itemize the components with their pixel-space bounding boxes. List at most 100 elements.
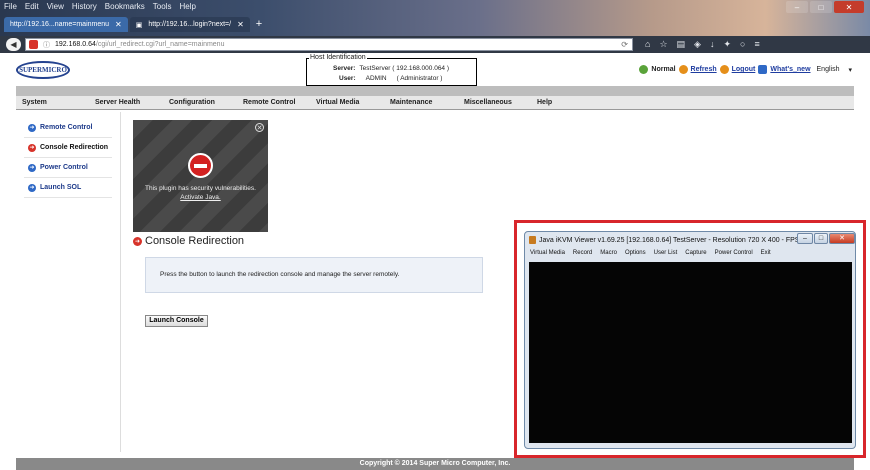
nav-help[interactable]: Help	[537, 99, 552, 106]
tab-close-icon[interactable]: ✕	[115, 20, 122, 29]
activate-java-link[interactable]: Activate Java.	[133, 193, 268, 202]
bookmark-star-icon[interactable]: ☆	[659, 39, 667, 50]
arrow-right-icon: ➜	[28, 123, 36, 132]
sidebar-item-launch-sol[interactable]: ➜ Launch SOL	[24, 178, 112, 198]
nav-maintenance[interactable]: Maintenance	[390, 99, 432, 106]
user-value: ADMIN	[365, 75, 387, 82]
ikvm-menu-virtual-media[interactable]: Virtual Media	[530, 250, 565, 256]
tab-mainmenu[interactable]: http://192.16...name=mainmenu ✕	[4, 17, 128, 32]
plugin-message: This plugin has security vulnerabilities…	[133, 184, 268, 202]
addon-icon[interactable]: ✦	[723, 39, 731, 50]
host-identification: Host Identification Server: TestServer (…	[306, 54, 477, 86]
ikvm-menu-macro[interactable]: Macro	[600, 250, 617, 256]
ikvm-menu-capture[interactable]: Capture	[685, 250, 706, 256]
nav-remote-control[interactable]: Remote Control	[243, 99, 296, 106]
menu-edit[interactable]: Edit	[25, 2, 39, 11]
new-tab-icon[interactable]: +	[252, 17, 266, 32]
sidebar-item-remote-control[interactable]: ➜ Remote Control	[24, 118, 112, 138]
remote-console-screen[interactable]	[529, 262, 852, 443]
blocked-plugin-icon	[188, 153, 213, 178]
ikvm-menu-power-control[interactable]: Power Control	[715, 250, 753, 256]
user-role: ( Administrator )	[396, 75, 443, 82]
tab-close-icon[interactable]: ✕	[237, 20, 244, 29]
url-bar[interactable]: ⓘ 192.168.0.64 /cgi/url_redirect.cgi?url…	[25, 38, 633, 51]
refresh-link[interactable]: Refresh	[691, 66, 717, 73]
minimize-icon[interactable]: –	[797, 233, 813, 244]
arrow-right-icon: ➜	[133, 236, 142, 246]
browser-toolbar-icons: ⌂ ☆ ▤ ◈ ↓ ✦ ○ ≡	[645, 39, 760, 50]
sidebar-item-power-control[interactable]: ➜ Power Control	[24, 158, 112, 178]
info-icon[interactable]: ⓘ	[43, 40, 50, 50]
shield-icon	[29, 40, 38, 49]
status-ok-icon	[639, 65, 649, 74]
whats-new-link[interactable]: What's_new	[770, 66, 810, 73]
home-icon[interactable]: ⌂	[645, 39, 650, 50]
sidebar-item-label: Remote Control	[40, 124, 93, 131]
tab-label: http://192.16...name=mainmenu	[10, 21, 110, 28]
ikvm-menubar: Virtual Media Record Macro Options User …	[530, 250, 771, 256]
chevron-down-icon[interactable]: ▾	[848, 66, 852, 74]
sidebar-item-label: Power Control	[40, 164, 88, 171]
sidebar-item-label: Console Redirection	[40, 144, 109, 151]
ikvm-menu-options[interactable]: Options	[625, 250, 646, 256]
logout-icon	[719, 65, 729, 74]
page-icon: ▣	[135, 21, 143, 29]
info-text: Press the button to launch the redirecti…	[160, 271, 400, 278]
ikvm-menu-record[interactable]: Record	[573, 250, 592, 256]
header-band	[16, 86, 854, 96]
language-select[interactable]: English	[817, 66, 840, 73]
close-icon[interactable]: ✕	[829, 233, 855, 244]
close-icon[interactable]: ✕	[834, 1, 864, 13]
ikvm-menu-exit[interactable]: Exit	[761, 250, 771, 256]
whats-new-icon	[758, 65, 768, 74]
nav-configuration[interactable]: Configuration	[169, 99, 215, 106]
menu-history[interactable]: History	[72, 2, 97, 11]
arrow-right-icon: ➜	[28, 143, 36, 152]
hamburger-menu-icon[interactable]: ≡	[754, 39, 759, 50]
java-plugin-placeholder[interactable]: ✕ This plugin has security vulnerabiliti…	[133, 120, 268, 232]
ikvm-titlebar: Java iKVM Viewer v1.69.25 [192.168.0.64]…	[529, 236, 809, 244]
menu-file[interactable]: File	[4, 2, 17, 11]
menu-bookmarks[interactable]: Bookmarks	[105, 2, 145, 11]
download-icon[interactable]: ↓	[710, 39, 715, 50]
nav-system[interactable]: System	[22, 99, 47, 106]
launch-console-button[interactable]: Launch Console	[145, 315, 208, 327]
sidebar-item-console-redirection[interactable]: ➜ Console Redirection	[24, 138, 112, 158]
bookmarks-list-icon[interactable]: ▤	[677, 39, 686, 50]
url-host: 192.168.0.64	[55, 41, 96, 48]
maximize-icon[interactable]: □	[814, 233, 828, 244]
tab-login[interactable]: ▣ http://192.16...login?next=/ ✕	[129, 17, 250, 32]
browser-navbar: ◀ ⓘ 192.168.0.64 /cgi/url_redirect.cgi?u…	[0, 36, 870, 53]
main-nav: System Server Health Configuration Remot…	[16, 96, 854, 110]
ipmi-header: SUPERMICRO Host Identification Server: T…	[0, 53, 870, 86]
nav-miscellaneous[interactable]: Miscellaneous	[464, 99, 512, 106]
sidebar: ➜ Remote Control ➜ Console Redirection ➜…	[24, 118, 112, 198]
browser-tabs: http://192.16...name=mainmenu ✕ ▣ http:/…	[4, 17, 266, 32]
maximize-icon[interactable]: □	[810, 1, 832, 13]
refresh-icon	[678, 65, 688, 74]
ikvm-menu-user-list[interactable]: User List	[654, 250, 678, 256]
nav-server-health[interactable]: Server Health	[95, 99, 140, 106]
ikvm-viewer-window[interactable]: Java iKVM Viewer v1.69.25 [192.168.0.64]…	[524, 231, 856, 449]
menu-tools[interactable]: Tools	[153, 2, 172, 11]
ikvm-title: Java iKVM Viewer v1.69.25 [192.168.0.64]…	[539, 236, 810, 244]
page-title: Console Redirection	[145, 235, 245, 247]
browser-menubar: File Edit View History Bookmarks Tools H…	[4, 2, 196, 11]
sync-icon[interactable]: ○	[740, 39, 745, 50]
back-arrow-icon[interactable]: ◀	[6, 38, 21, 51]
menu-help[interactable]: Help	[179, 2, 195, 11]
supermicro-logo[interactable]: SUPERMICRO	[16, 61, 70, 79]
status-normal: Normal	[651, 66, 676, 73]
reload-icon[interactable]: ⟳	[621, 40, 628, 49]
arrow-right-icon: ➜	[28, 163, 36, 172]
host-id-legend: Host Identification	[309, 54, 367, 61]
status-links: Normal Refresh Logout What's_new English…	[639, 65, 852, 74]
browser-titlebar: File Edit View History Bookmarks Tools H…	[0, 0, 870, 38]
nav-virtual-media[interactable]: Virtual Media	[316, 99, 359, 106]
server-value: TestServer ( 192.168.000.064 )	[359, 65, 450, 72]
minimize-icon[interactable]: –	[786, 1, 808, 13]
pocket-icon[interactable]: ◈	[694, 39, 701, 50]
logout-link[interactable]: Logout	[732, 66, 756, 73]
close-icon[interactable]: ✕	[255, 123, 264, 132]
menu-view[interactable]: View	[47, 2, 64, 11]
